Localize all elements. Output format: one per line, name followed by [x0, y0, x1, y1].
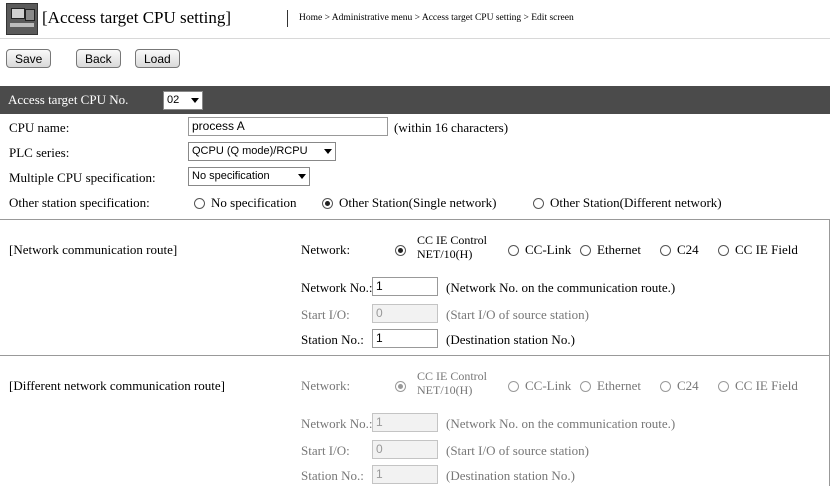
cc-ie-control-label: CC IE Control NET/10(H) — [417, 369, 488, 397]
page-title: [Access target CPU setting] — [42, 8, 232, 27]
cc-ie-field-label: CC IE Field — [735, 242, 798, 257]
divider — [0, 219, 830, 220]
network-no-hint: (Network No. on the communication route.… — [446, 280, 676, 295]
title-divider — [287, 10, 288, 27]
station-no-label: Station No.: — [301, 332, 364, 347]
plc-app-icon — [6, 3, 38, 35]
network-no-label: Network No.: — [301, 280, 373, 295]
other-option-label: No specification — [211, 195, 297, 210]
other-option-label: Other Station(Single network) — [339, 195, 497, 210]
network-no-label: Network No.: — [301, 416, 373, 431]
station-no-hint: (Destination station No.) — [446, 332, 575, 347]
start-io-label: Start I/O: — [301, 443, 350, 458]
cc-link-label: CC-Link — [525, 242, 572, 257]
breadcrumb[interactable]: Home > Administrative menu > Access targ… — [299, 13, 574, 23]
start-io-input[interactable]: 0 — [372, 440, 438, 459]
station-no-label: Station No.: — [301, 468, 364, 483]
radio-cc-ie-control[interactable] — [395, 245, 406, 256]
c24-label: C24 — [677, 242, 699, 257]
title-bar: [Access target CPU setting] Home > Admin… — [0, 0, 830, 39]
radio-ethernet[interactable] — [580, 245, 591, 256]
radio-cc-ie-field[interactable] — [718, 245, 729, 256]
cc-link-label: CC-Link — [525, 378, 572, 393]
network-label: Network: — [301, 378, 351, 393]
access-target-header: Access target CPU No. 02 — [0, 86, 830, 114]
cpu-name-label: CPU name: — [9, 120, 70, 135]
plc-series-value: QCPU (Q mode)/RCPU — [192, 145, 308, 157]
ethernet-label: Ethernet — [597, 242, 642, 257]
network-no-input[interactable]: 1 — [372, 277, 438, 296]
chevron-down-icon — [324, 149, 332, 154]
cpu-name-input[interactable]: process A — [188, 117, 388, 136]
radio-ethernet[interactable] — [580, 381, 591, 392]
divider — [0, 355, 830, 356]
radio-cc-link[interactable] — [508, 381, 519, 392]
network-label: Network: — [301, 242, 351, 257]
cpu-name-hint: (within 16 characters) — [394, 120, 509, 135]
chevron-down-icon — [191, 98, 199, 103]
back-button[interactable]: Back — [76, 49, 121, 68]
radio-cc-ie-field[interactable] — [718, 381, 729, 392]
station-no-input[interactable]: 1 — [372, 465, 438, 484]
radio-c24[interactable] — [660, 245, 671, 256]
cc-ie-control-label: CC IE Control NET/10(H) — [417, 233, 488, 261]
load-button[interactable]: Load — [135, 49, 180, 68]
access-target-label: Access target CPU No. — [8, 92, 129, 107]
plc-series-select[interactable]: QCPU (Q mode)/RCPU — [188, 142, 336, 161]
start-io-hint: (Start I/O of source station) — [446, 307, 589, 322]
different-route-title: [Different network communication route] — [9, 378, 225, 393]
other-station-label: Other station specification: — [9, 195, 150, 210]
cpu-number-value: 02 — [167, 94, 180, 106]
station-no-input[interactable]: 1 — [372, 329, 438, 348]
network-no-hint: (Network No. on the communication route.… — [446, 416, 676, 431]
station-no-hint: (Destination station No.) — [446, 468, 575, 483]
network-no-input[interactable]: 1 — [372, 413, 438, 432]
radio-no-specification[interactable] — [194, 198, 205, 209]
plc-series-label: PLC series: — [9, 145, 70, 160]
multiple-cpu-value: No specification — [192, 170, 270, 182]
start-io-input[interactable]: 0 — [372, 304, 438, 323]
radio-other-different[interactable] — [533, 198, 544, 209]
radio-c24[interactable] — [660, 381, 671, 392]
toolbar: Save Back Load — [0, 39, 830, 79]
network-route-title: [Network communication route] — [9, 242, 178, 257]
multiple-cpu-select[interactable]: No specification — [188, 167, 310, 186]
ethernet-label: Ethernet — [597, 378, 642, 393]
radio-cc-ie-control[interactable] — [395, 381, 406, 392]
cc-ie-field-label: CC IE Field — [735, 378, 798, 393]
start-io-hint: (Start I/O of source station) — [446, 443, 589, 458]
save-button[interactable]: Save — [6, 49, 52, 68]
radio-other-single[interactable] — [322, 198, 333, 209]
radio-cc-link[interactable] — [508, 245, 519, 256]
start-io-label: Start I/O: — [301, 307, 350, 322]
other-option-label: Other Station(Different network) — [550, 195, 722, 210]
multiple-cpu-label: Multiple CPU specification: — [9, 170, 156, 185]
c24-label: C24 — [677, 378, 699, 393]
chevron-down-icon — [298, 174, 306, 179]
cpu-number-select[interactable]: 02 — [163, 91, 203, 110]
